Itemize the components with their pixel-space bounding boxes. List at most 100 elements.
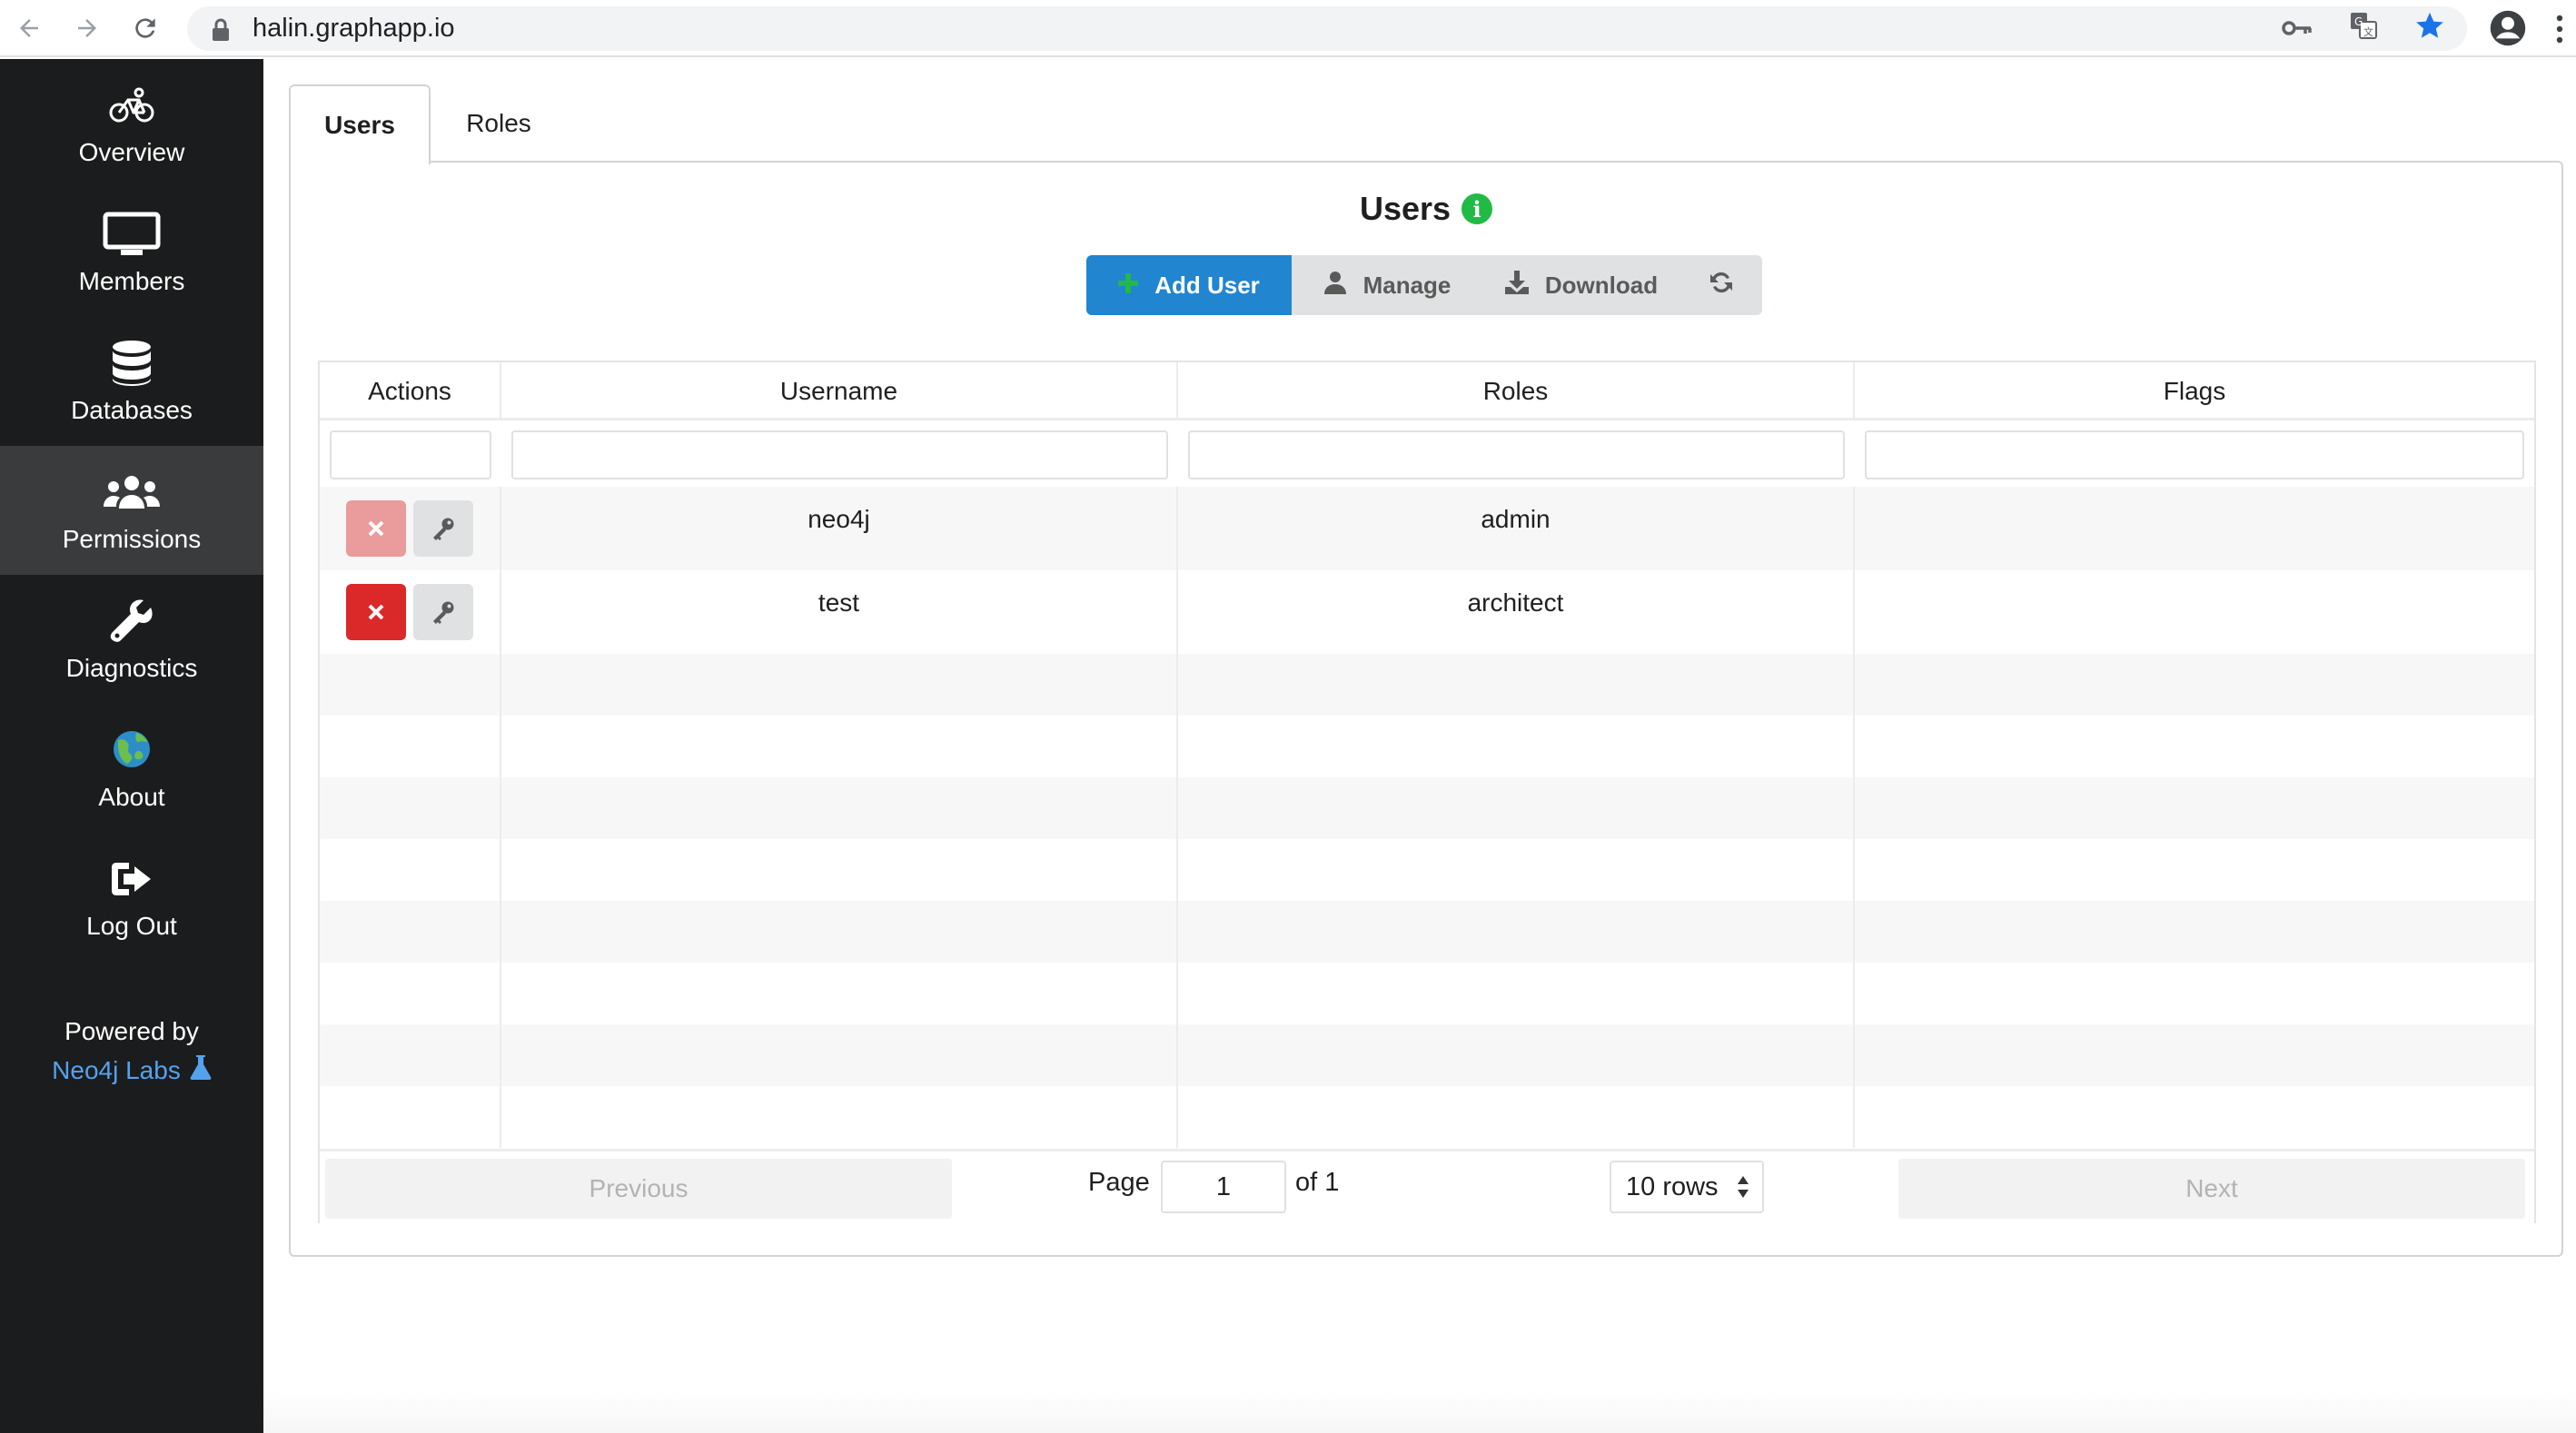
refresh-button[interactable] <box>1680 255 1762 315</box>
sidebar-item-permissions[interactable]: Permissions <box>0 446 263 575</box>
forward-icon[interactable] <box>58 0 116 56</box>
reload-icon[interactable] <box>116 0 174 56</box>
sidebar-label-diagnostics: Diagnostics <box>65 654 198 682</box>
tab-bar: Users Roles <box>289 84 567 164</box>
change-password-button[interactable] <box>413 584 473 640</box>
toolbar: Add User Manage Download <box>1086 255 1762 315</box>
column-header-actions[interactable]: Actions <box>320 362 501 420</box>
filter-cell-username <box>501 423 1178 487</box>
main-content: Users Roles Users i Add User Manage Down… <box>263 59 2576 1433</box>
sidebar-label-members: Members <box>78 267 185 295</box>
filter-input-flags[interactable] <box>1865 430 2524 479</box>
powered-by: Powered by Neo4j Labs <box>0 1017 263 1087</box>
flags-cell <box>1855 570 2534 654</box>
rows-per-page-value: 10 rows <box>1626 1171 1719 1201</box>
delete-user-button[interactable] <box>346 500 406 557</box>
address-bar[interactable]: halin.graphapp.io G文 <box>187 6 2467 51</box>
key-icon <box>433 601 454 624</box>
manage-label: Manage <box>1362 271 1451 299</box>
users-icon <box>103 467 161 518</box>
username-cell: neo4j <box>501 487 1178 570</box>
back-icon[interactable] <box>0 0 58 56</box>
empty-row <box>320 1086 2534 1148</box>
download-icon <box>1504 270 1529 301</box>
pagination-bar: Previous Page 1 of 1 10 rows Next <box>320 1149 2534 1223</box>
database-icon <box>111 338 153 389</box>
sidebar-item-diagnostics[interactable]: Diagnostics <box>0 575 263 704</box>
filter-cell-flags <box>1855 423 2534 487</box>
neo4j-labs-link[interactable]: Neo4j Labs <box>52 1053 212 1087</box>
translate-icon[interactable]: G文 <box>2349 11 2378 47</box>
table-row: neo4j admin <box>320 487 2534 570</box>
table-row: test architect <box>320 570 2534 654</box>
url-text[interactable]: halin.graphapp.io <box>253 14 455 44</box>
users-table: Actions Username Roles Flags neo4j admin… <box>318 361 2536 1223</box>
filter-input-username[interactable] <box>511 430 1168 479</box>
key-icon <box>433 518 454 540</box>
browser-toolbar: halin.graphapp.io G文 <box>0 0 2576 57</box>
menu-icon[interactable] <box>2549 7 2571 51</box>
filter-row <box>320 423 2534 487</box>
change-password-button[interactable] <box>413 500 473 557</box>
empty-row <box>320 777 2534 839</box>
logout-icon <box>109 854 154 904</box>
page-count: of 1 <box>1295 1168 1340 1197</box>
sidebar-item-databases[interactable]: Databases <box>0 317 263 446</box>
panel-header: Users i <box>291 190 2561 228</box>
powered-by-text: Powered by <box>64 1017 199 1045</box>
page-label: Page <box>1088 1168 1150 1197</box>
column-header-flags[interactable]: Flags <box>1855 362 2534 420</box>
delete-user-button[interactable] <box>346 584 406 640</box>
download-button[interactable]: Download <box>1482 255 1680 315</box>
bottom-shade <box>263 1389 2576 1433</box>
add-user-button[interactable]: Add User <box>1086 255 1292 315</box>
wrench-icon <box>109 596 154 647</box>
key-icon[interactable] <box>2282 14 2313 44</box>
empty-row <box>320 901 2534 963</box>
svg-text:G: G <box>2354 15 2363 28</box>
username-cell: test <box>501 570 1178 654</box>
globe-icon <box>111 725 153 776</box>
tab-users[interactable]: Users <box>289 84 431 164</box>
table-body: neo4j admin test architect <box>320 487 2534 1148</box>
refresh-icon <box>1709 270 1734 301</box>
column-header-roles[interactable]: Roles <box>1178 362 1855 420</box>
page-number-input[interactable]: 1 <box>1161 1161 1286 1213</box>
rows-per-page-select[interactable]: 10 rows <box>1610 1161 1764 1213</box>
roles-cell: admin <box>1178 487 1855 570</box>
sidebar-item-overview[interactable]: Overview <box>0 59 263 188</box>
next-button[interactable]: Next <box>1898 1159 2525 1219</box>
flask-icon <box>190 1053 212 1087</box>
panel-title: Users <box>1359 190 1451 227</box>
empty-row <box>320 654 2534 716</box>
sidebar-item-members[interactable]: Members <box>0 188 263 317</box>
filter-cell-roles <box>1178 423 1855 487</box>
bicycle-icon <box>109 80 154 131</box>
profile-icon[interactable] <box>2485 5 2531 51</box>
previous-button[interactable]: Previous <box>325 1159 952 1219</box>
actions-cell <box>320 487 501 570</box>
sidebar-item-log-out[interactable]: Log Out <box>0 833 263 962</box>
sidebar: Overview Members Databases Permissions D… <box>0 59 263 1433</box>
info-icon[interactable]: i <box>1461 193 1493 224</box>
roles-cell: architect <box>1178 570 1855 654</box>
filter-input-roles[interactable] <box>1188 430 1845 479</box>
sidebar-label-overview: Overview <box>78 138 185 166</box>
info-glyph: i <box>1472 195 1481 222</box>
add-user-label: Add User <box>1154 271 1260 299</box>
filter-input-actions[interactable] <box>330 430 491 479</box>
manage-button[interactable]: Manage <box>1292 255 1482 315</box>
monitor-icon <box>103 209 161 260</box>
flags-cell <box>1855 487 2534 570</box>
column-header-username[interactable]: Username <box>501 362 1178 420</box>
users-panel: Users i Add User Manage Download Actions… <box>289 161 2563 1257</box>
tab-roles[interactable]: Roles <box>431 84 567 163</box>
empty-row <box>320 839 2534 901</box>
user-icon <box>1323 271 1347 301</box>
neo4j-labs-text: Neo4j Labs <box>52 1055 181 1084</box>
empty-row <box>320 716 2534 777</box>
sidebar-item-about[interactable]: About <box>0 704 263 833</box>
star-icon[interactable] <box>2414 10 2445 48</box>
lock-icon <box>209 15 233 43</box>
sidebar-label-databases: Databases <box>71 396 193 424</box>
